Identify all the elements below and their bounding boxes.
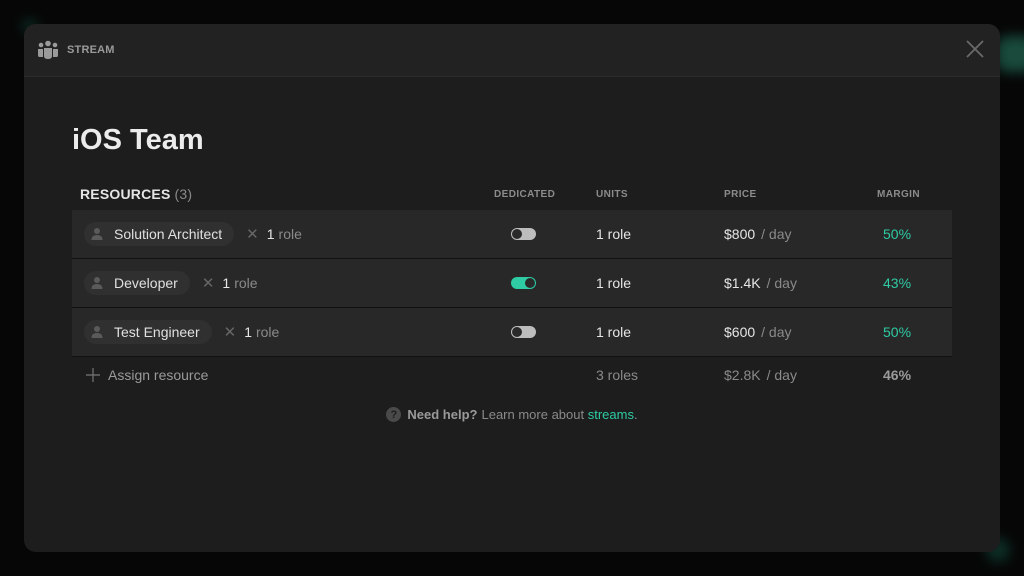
- role-chip[interactable]: Test Engineer: [84, 320, 212, 344]
- dedicated-cell: [511, 259, 536, 307]
- role-cell: Solution Architect ✕ 1 role: [72, 210, 302, 258]
- assign-cell: Assign resource: [72, 357, 208, 393]
- total-price: $2.8K: [724, 367, 761, 383]
- role-chip[interactable]: Developer: [84, 271, 190, 295]
- stream-modal: STREAM iOS Team RESOURCES (3) DEDICATED U…: [24, 24, 1000, 552]
- price-per: / day: [761, 324, 792, 340]
- plus-icon: [86, 368, 100, 382]
- role-qty[interactable]: 1: [267, 226, 275, 242]
- dedicated-toggle[interactable]: [511, 228, 536, 240]
- resources-label: RESOURCES: [80, 186, 171, 202]
- page-title: iOS Team: [72, 124, 204, 156]
- assign-resource-button[interactable]: Assign resource: [86, 367, 208, 383]
- table-footer: Assign resource 3 roles $2.8K / day 46%: [72, 357, 952, 393]
- person-icon: [91, 228, 103, 240]
- person-icon: [91, 326, 103, 338]
- resources-table: RESOURCES (3) DEDICATED UNITS PRICE MARGI…: [72, 180, 952, 393]
- times-icon: ✕: [246, 226, 259, 243]
- role-name: Developer: [114, 275, 178, 291]
- team-icon: [38, 40, 58, 59]
- role-qty-unit: role: [234, 275, 258, 291]
- resources-header: RESOURCES (3): [80, 186, 192, 202]
- help-body: Learn more about: [481, 407, 585, 422]
- column-dedicated: DEDICATED: [494, 189, 556, 200]
- total-units: 3 roles: [596, 367, 639, 383]
- margin-value: 43%: [883, 275, 912, 291]
- role-cell: Developer ✕ 1 role: [72, 259, 258, 307]
- background-button-glow: [996, 36, 1024, 72]
- units-value: 1 role: [596, 275, 632, 291]
- role-qty[interactable]: 1: [244, 324, 252, 340]
- total-price-cell: $2.8K / day: [724, 357, 797, 393]
- price-value: $800: [724, 226, 756, 242]
- times-icon: ✕: [201, 275, 215, 292]
- role-qty-unit: role: [278, 226, 302, 242]
- help-bold: Need help?: [407, 407, 478, 422]
- role-name: Test Engineer: [114, 324, 200, 340]
- role-qty-unit: role: [255, 324, 280, 340]
- header-label: STREAM: [67, 44, 115, 56]
- margin-value: 50%: [883, 324, 912, 340]
- margin-value: 50%: [883, 226, 912, 242]
- units-value: 1 role: [596, 226, 632, 242]
- column-price: PRICE: [724, 189, 757, 200]
- modal-header: STREAM: [24, 24, 1000, 77]
- table-row[interactable]: Developer ✕ 1 role 1 role $1.4K / day 43%: [72, 259, 952, 308]
- help-suffix: .: [633, 407, 638, 422]
- resources-count: (3): [174, 186, 193, 202]
- role-cell: Test Engineer ✕ 1 role: [72, 308, 279, 356]
- price-per: / day: [766, 275, 797, 291]
- assign-resource-label: Assign resource: [108, 367, 209, 383]
- price-cell: $1.4K / day: [724, 259, 797, 307]
- role-qty[interactable]: 1: [222, 275, 230, 291]
- streams-link[interactable]: streams: [588, 407, 634, 422]
- dedicated-cell: [511, 308, 536, 356]
- role-name: Solution Architect: [114, 226, 223, 242]
- price-cell: $800 / day: [724, 210, 792, 258]
- table-header: RESOURCES (3) DEDICATED UNITS PRICE MARGI…: [72, 180, 952, 210]
- table-row[interactable]: Solution Architect ✕ 1 role 1 role $800 / …: [72, 210, 952, 259]
- close-icon[interactable]: [964, 38, 986, 60]
- dedicated-toggle[interactable]: [511, 326, 536, 338]
- column-margin: MARGIN: [877, 189, 920, 200]
- price-cell: $600 / day: [724, 308, 792, 356]
- table-row[interactable]: Test Engineer ✕ 1 role 1 role $600 / day 5…: [72, 308, 952, 357]
- column-units: UNITS: [596, 189, 628, 200]
- times-icon: ✕: [223, 324, 237, 341]
- dedicated-toggle[interactable]: [511, 277, 536, 289]
- role-chip[interactable]: Solution Architect: [84, 222, 235, 246]
- help-text: ? Need help? Learn more about streams.: [24, 407, 1000, 422]
- total-price-per: / day: [766, 367, 797, 383]
- price-value: $600: [724, 324, 756, 340]
- person-icon: [91, 277, 103, 289]
- dedicated-cell: [511, 210, 536, 258]
- price-value: $1.4K: [724, 275, 761, 291]
- total-margin: 46%: [883, 367, 912, 383]
- help-icon: ?: [386, 407, 402, 422]
- price-per: / day: [761, 226, 792, 242]
- units-value: 1 role: [596, 324, 632, 340]
